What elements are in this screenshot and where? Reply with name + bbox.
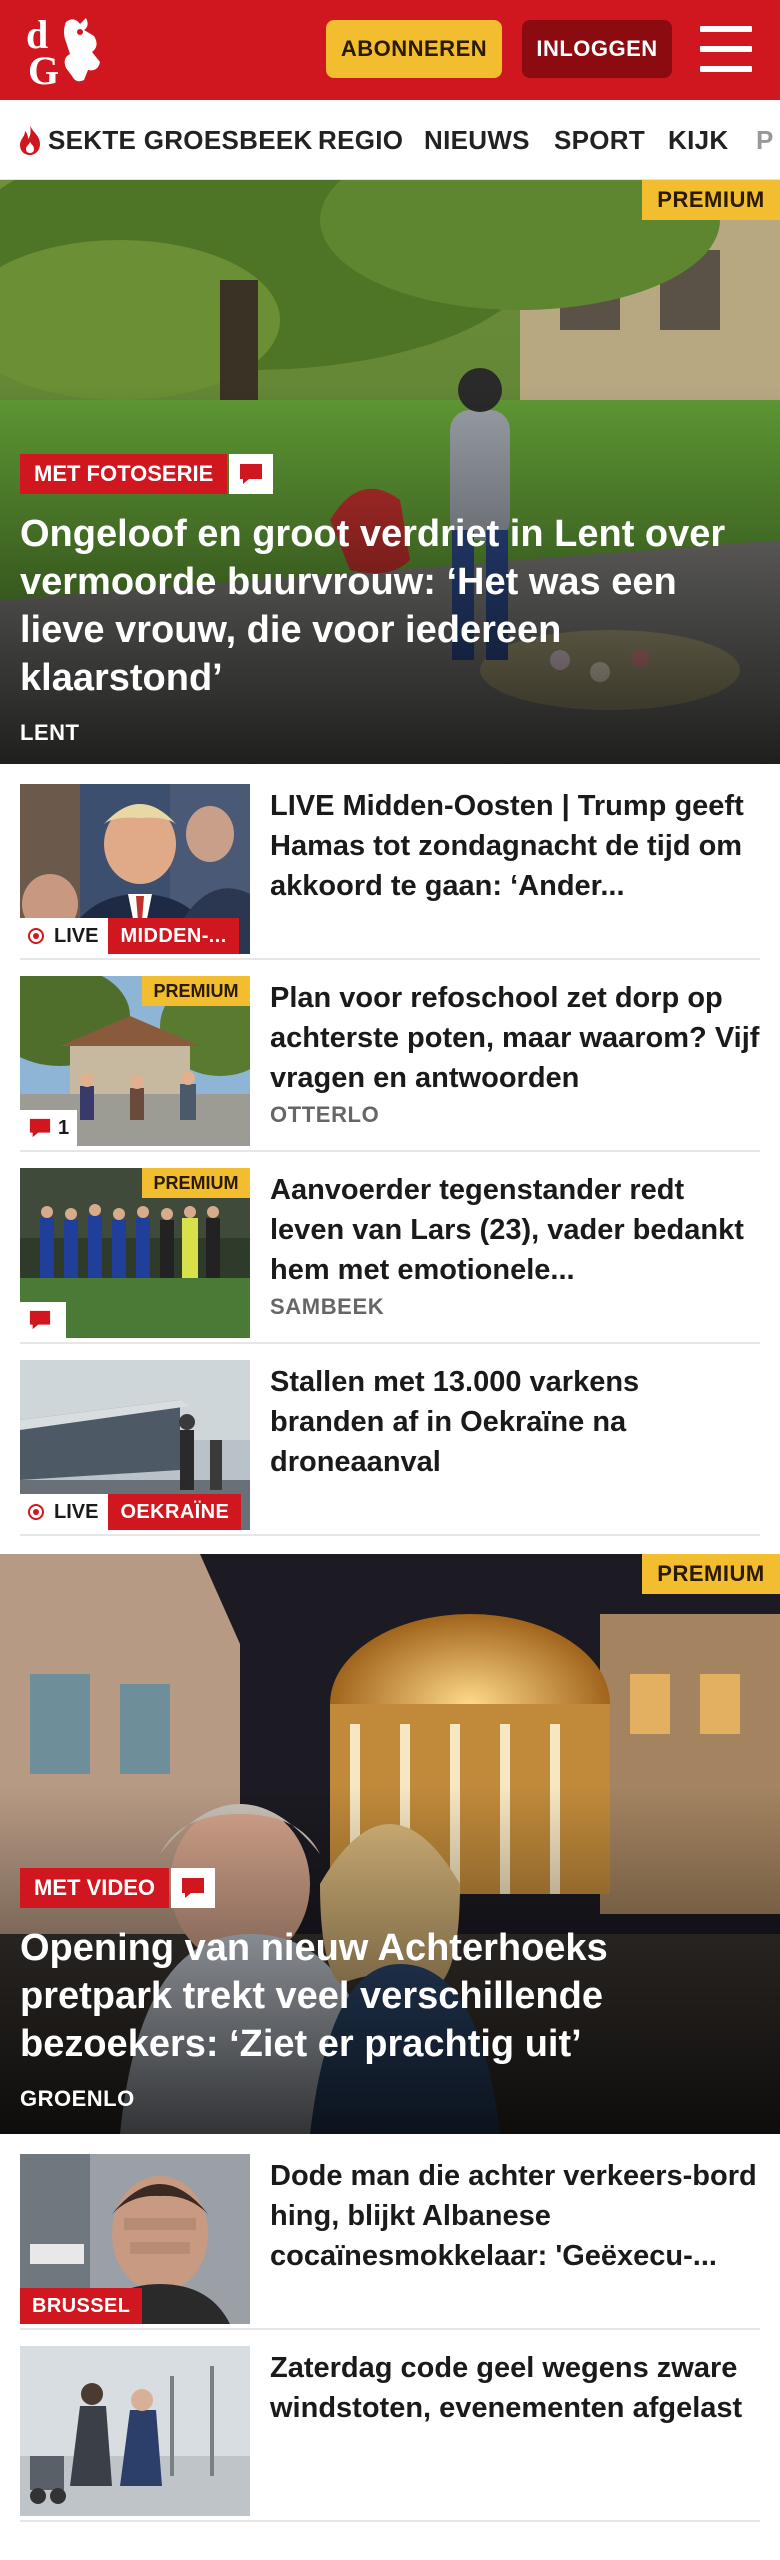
flame-icon [20,125,40,155]
article-title[interactable]: LIVE Midden-Oosten | Trump geeft Hamas t… [270,786,760,906]
hero-location: GROENLO [20,2086,135,2111]
article-thumbnail: PREMIUM 1 [20,976,250,1146]
thumbnail-labels: BRUSSEL [20,2288,143,2324]
hero-headline[interactable]: Opening van nieuw Achterhoeks pretpark t… [20,1924,760,2068]
article-title[interactable]: Dode man die achter verkeers-bord hing, … [270,2156,760,2276]
premium-badge: PREMIUM [642,1554,780,1594]
hero-location: LENT [20,720,80,745]
nav-item-sekte-groesbeek[interactable]: SEKTE GROESBEEK [16,100,313,179]
live-badge: LIVE [20,1494,109,1530]
article-thumbnail: LIVE MIDDEN-... [20,784,250,954]
nav-item-regio[interactable]: REGIO [318,100,403,179]
hero-article-lent[interactable]: PREMIUM MET FOTOSERIE Ongeloof en groot … [0,180,780,764]
media-label: MET VIDEO [20,1868,216,1908]
comment-badge [20,1302,66,1338]
comment-icon [229,454,274,494]
article-location: OTTERLO [270,1102,380,1127]
subscribe-button[interactable]: ABONNEREN [326,20,502,78]
premium-badge: PREMIUM [642,180,780,220]
comment-icon [29,1118,51,1138]
menu-icon[interactable] [700,26,752,72]
live-label: LIVE [54,924,99,947]
premium-badge: PREMIUM [142,976,250,1006]
category-tag: MIDDEN-... [108,918,239,954]
category-nav: SEKTE GROESBEEK REGIO NIEUWS SPORT KIJK … [0,100,780,180]
media-label-text: MET FOTOSERIE [20,454,228,494]
comment-icon [29,1310,51,1330]
media-label-text: MET VIDEO [20,1868,170,1908]
comment-count-value: 1 [58,1116,70,1139]
article-item[interactable]: PREMIUM 1 Plan voor refoschool zet dorp … [20,976,760,1152]
category-tag: BRUSSEL [20,2288,143,2324]
thumbnail-labels: 1 [20,1110,78,1146]
category-tag: OEKRAÏNE [108,1494,242,1530]
comment-count: 1 [20,1110,78,1146]
article-title[interactable]: Aanvoerder tegenstander redt leven van L… [270,1170,760,1290]
live-dot-icon [28,928,44,944]
thumbnail-labels: LIVE MIDDEN-... [20,918,239,954]
article-item[interactable]: LIVE MIDDEN-... LIVE Midden-Oosten | Tru… [20,784,760,960]
hero-article-groenlo[interactable]: PREMIUM MET VIDEO Opening van nieuw Acht… [0,1554,780,2134]
media-label: MET FOTOSERIE [20,454,274,494]
nav-item-sport[interactable]: SPORT [554,100,645,179]
article-thumbnail: LIVE OEKRAÏNE [20,1360,250,1530]
article-item[interactable]: Zaterdag code geel wegens zware windstot… [20,2346,760,2522]
article-title[interactable]: Zaterdag code geel wegens zware windstot… [270,2348,760,2428]
svg-text:G: G [28,48,59,90]
live-badge: LIVE [20,918,109,954]
article-item[interactable]: BRUSSEL Dode man die achter verkeers-bor… [20,2154,760,2330]
article-item[interactable]: PREMIUM Aanvoerder tegenstander redt lev… [20,1168,760,1344]
login-button[interactable]: INLOGGEN [522,20,672,78]
live-dot-icon [28,1504,44,1520]
article-location: SAMBEEK [270,1294,385,1319]
article-title[interactable]: Plan voor refoschool zet dorp op achters… [270,978,760,1098]
nav-item-partial[interactable]: P [756,100,774,179]
premium-badge: PREMIUM [142,1168,250,1198]
nav-item-nieuws[interactable]: NIEUWS [424,100,530,179]
article-thumbnail [20,2346,250,2516]
nav-label: SEKTE GROESBEEK [48,124,313,155]
comment-icon [171,1868,216,1908]
nav-item-kijk[interactable]: KIJK [668,100,728,179]
thumbnail-labels: LIVE OEKRAÏNE [20,1494,242,1530]
article-item[interactable]: LIVE OEKRAÏNE Stallen met 13.000 varkens… [20,1360,760,1536]
thumbnail-labels [20,1302,66,1338]
site-logo[interactable]: d G [22,12,118,93]
live-label: LIVE [54,1500,99,1523]
article-title[interactable]: Stallen met 13.000 varkens branden af in… [270,1362,760,1482]
site-header: d G ABONNEREN INLOGGEN [0,0,780,100]
article-thumbnail: BRUSSEL [20,2154,250,2324]
hero-headline[interactable]: Ongeloof en groot verdriet in Lent over … [20,510,760,702]
article-thumbnail: PREMIUM [20,1168,250,1338]
